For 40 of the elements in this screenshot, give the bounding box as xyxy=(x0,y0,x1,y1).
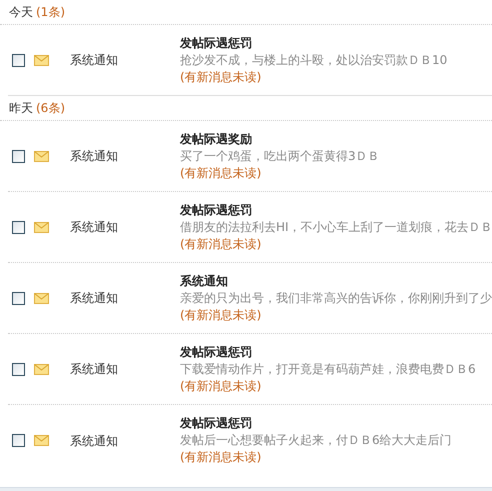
envelope-icon xyxy=(34,222,49,232)
message-preview: 亲爱的只为出号，我们非常高兴的告诉你，你刚刚升到了少 xyxy=(180,290,492,306)
message-title[interactable]: 发帖际遇惩罚 xyxy=(180,415,452,432)
message-title[interactable]: 发帖际遇惩罚 xyxy=(180,202,492,218)
message-preview: 下载爱情动作片，打开竟是有码葫芦娃，浪费电费ＤＢ6 xyxy=(180,360,476,378)
message-preview: 抢沙发不成，与楼上的斗殴，处以治安罚款ＤＢ10 xyxy=(180,52,448,68)
unread-status: (有新消息未读) xyxy=(180,306,262,324)
checkbox[interactable] xyxy=(12,54,25,66)
sender-label: 系统通知 xyxy=(70,219,119,236)
group-count: (1条) xyxy=(36,4,65,21)
message-preview: 借朋友的法拉利去HI，不小心车上刮了一道划痕，花去ＤＢ xyxy=(180,218,492,236)
checkbox[interactable] xyxy=(12,434,25,447)
message-title[interactable]: 发帖际遇惩罚 xyxy=(180,34,448,52)
checkbox[interactable] xyxy=(12,292,25,304)
unread-status: (有新消息未读) xyxy=(180,68,262,86)
sender-label: 系统通知 xyxy=(70,52,119,69)
sender-label: 系统通知 xyxy=(70,148,119,165)
checkbox[interactable] xyxy=(12,150,25,162)
group-label: 昨天 xyxy=(9,100,33,117)
message-title[interactable]: 系统通知 xyxy=(180,272,492,290)
group-label: 今天 xyxy=(9,4,33,21)
sender-label: 系统通知 xyxy=(70,361,119,378)
unread-status: (有新消息未读) xyxy=(180,378,262,394)
envelope-icon xyxy=(34,292,49,304)
sender-label: 系统通知 xyxy=(70,432,119,450)
envelope-icon xyxy=(34,435,49,446)
envelope-icon xyxy=(34,150,49,162)
checkbox[interactable] xyxy=(12,220,25,234)
unread-status: (有新消息未读) xyxy=(180,449,262,466)
group-count: (6条) xyxy=(36,100,65,117)
unread-status: (有新消息未读) xyxy=(180,164,262,182)
sender-label: 系统通知 xyxy=(70,290,119,307)
unread-status: (有新消息未读) xyxy=(180,236,262,252)
checkbox[interactable] xyxy=(12,362,25,376)
message-preview: 发帖后一心想要帖子火起来，付ＤＢ6给大大走后门 xyxy=(180,432,452,449)
message-preview: 买了一个鸡蛋，吃出两个蛋黄得3ＤＢ xyxy=(180,148,380,164)
message-title[interactable]: 发帖际遇奖励 xyxy=(180,130,380,148)
message-title[interactable]: 发帖际遇惩罚 xyxy=(180,344,476,360)
envelope-icon xyxy=(34,364,49,374)
envelope-icon xyxy=(34,54,49,66)
